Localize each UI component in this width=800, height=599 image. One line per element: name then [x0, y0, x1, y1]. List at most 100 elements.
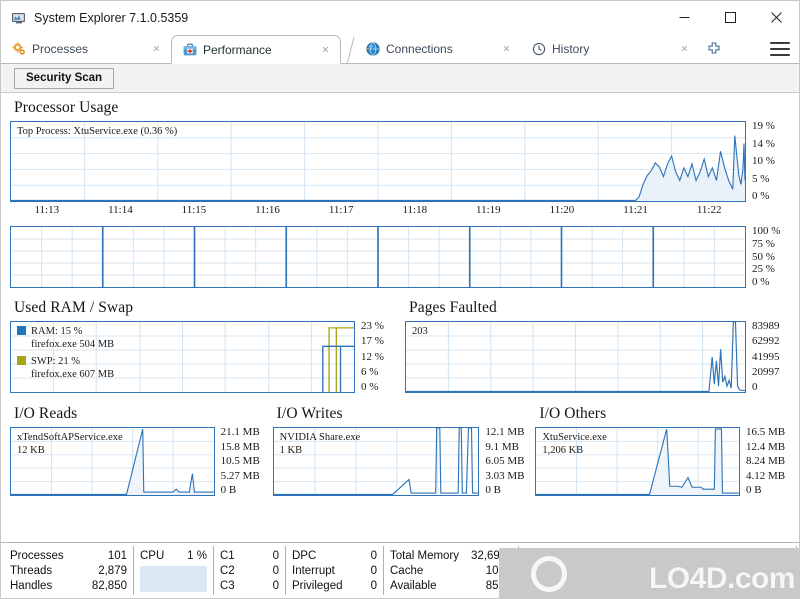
processor-usage-x-axis: 11:13 11:14 11:15 11:16 11:17 11:18 11:1… — [10, 202, 746, 216]
y-tick: 50 % — [752, 250, 775, 263]
ram-swap-title: Used RAM / Swap — [14, 299, 134, 316]
status-value: 1 % — [187, 550, 207, 562]
status-value: 0 — [370, 565, 377, 577]
status-key: C2 — [220, 565, 235, 577]
x-tick: 11:15 — [181, 204, 207, 216]
status-value: 0 — [272, 580, 279, 592]
io-others-plot[interactable]: XtuService.exe 1,206 KB — [535, 427, 741, 496]
pages-faulted-plot[interactable]: 203 — [405, 321, 746, 393]
tab-connections[interactable]: Connections × — [355, 34, 521, 63]
status-value: 2,879 — [98, 565, 127, 577]
status-row: Handles 82,850 — [10, 579, 127, 594]
y-tick: 14 % — [752, 137, 775, 150]
status-key: Privileged — [292, 580, 343, 592]
core-usage-y-axis: 100 % 75 % 50 % 25 % 0 % — [746, 226, 790, 288]
io-reads-value: 12 KB — [17, 445, 45, 457]
status-key: Cache — [390, 565, 424, 577]
ram-swap-section: Used RAM / Swap RAM: 15 % firefox.exe 50… — [10, 293, 395, 393]
status-row: Cache10 % — [390, 564, 512, 579]
status-key: C1 — [220, 550, 235, 562]
y-tick: 0 % — [752, 276, 770, 288]
y-tick: 41995 — [752, 350, 780, 363]
io-reads-title: I/O Reads — [14, 405, 78, 422]
security-scan-button[interactable]: Security Scan — [14, 67, 115, 89]
close-button[interactable] — [753, 1, 799, 34]
status-key: Available — [390, 580, 437, 592]
processor-usage-title: Processor Usage — [14, 99, 119, 116]
y-tick: 10.5 MB — [220, 455, 260, 467]
io-others-value: 1,206 KB — [542, 445, 584, 457]
y-tick: 5.27 MB — [220, 469, 260, 482]
processor-usage-chart: Top Process: XtuService.exe (0.36 %) 11:… — [10, 121, 790, 216]
pages-faulted-section: Pages Faulted 203 83989 62992 41995 2099… — [405, 293, 790, 393]
status-row: Processes 101 — [10, 549, 127, 564]
status-key: CPU — [140, 550, 165, 562]
status-key: Handles — [10, 580, 53, 592]
y-tick: 83989 — [752, 320, 780, 332]
first-aid-kit-icon — [183, 43, 197, 57]
tab-performance[interactable]: Performance × — [171, 35, 341, 64]
status-value: 0 — [370, 550, 377, 562]
io-others-y-axis: 16.5 MB 12.4 MB 8.24 MB 4.12 MB 0 B — [740, 427, 790, 496]
menu-icon[interactable] — [770, 40, 790, 58]
tab-bar: Processes × Performance × Connections × … — [1, 34, 799, 64]
ram-legend-row: RAM: 15 % — [17, 325, 114, 338]
io-writes-plot[interactable]: NVIDIA Share.exe 1 KB — [272, 427, 480, 496]
ram-swap-legend: RAM: 15 % firefox.exe 504 MB SWP: 21 % f… — [17, 325, 114, 382]
tab-close-icon[interactable]: × — [500, 42, 513, 55]
y-tick: 12.1 MB — [485, 426, 525, 438]
globe-icon — [366, 41, 380, 56]
io-writes-section: I/O Writes NVIDIA Share.exe 1 KB 12.1 MB… — [272, 399, 528, 496]
status-cell-cstates: C1 0 C2 0 C3 0 — [214, 546, 286, 595]
title-bar: System Explorer 7.1.0.5359 — [1, 1, 799, 34]
ram-swap-y-axis: 23 % 17 % 12 % 6 % 0 % — [355, 321, 395, 393]
maximize-button[interactable] — [707, 1, 753, 34]
x-tick: 11:16 — [255, 204, 280, 216]
x-tick: 11:17 — [328, 204, 354, 216]
system-explorer-window: System Explorer 7.1.0.5359 Processes × P… — [0, 0, 800, 599]
swap-label: SWP: 21 % — [31, 355, 81, 367]
tab-close-icon[interactable]: × — [678, 42, 691, 55]
pages-faulted-y-axis: 83989 62992 41995 20997 0 — [746, 321, 790, 393]
y-tick: 19 % — [752, 120, 775, 132]
status-row: C3 0 — [220, 579, 279, 594]
y-tick: 75 % — [752, 237, 775, 250]
ram-swap-plot[interactable]: RAM: 15 % firefox.exe 504 MB SWP: 21 % f… — [10, 321, 355, 393]
app-monitor-icon — [11, 10, 27, 26]
processor-usage-overlay: Top Process: XtuService.exe (0.36 %) — [17, 126, 178, 137]
tab-processes[interactable]: Processes × — [1, 34, 171, 63]
y-tick: 12 % — [361, 350, 384, 363]
status-row: Privileged 0 — [292, 579, 377, 594]
tab-label: History — [552, 41, 590, 56]
processor-usage-y-axis: 19 % 14 % 10 % 5 % 0 % — [746, 121, 790, 202]
io-reads-plot[interactable]: xTendSoftAPService.exe 12 KB — [10, 427, 215, 496]
processor-usage-plot[interactable]: Top Process: XtuService.exe (0.36 %) — [10, 121, 746, 202]
status-key: Threads — [10, 565, 53, 577]
core-usage-plot[interactable] — [10, 226, 746, 288]
tab-divider — [341, 34, 355, 63]
tab-close-icon[interactable]: × — [150, 42, 163, 55]
status-row: CPU 1 % — [140, 549, 207, 564]
window-controls — [661, 1, 799, 34]
tab-label: Processes — [32, 41, 89, 56]
minimize-button[interactable] — [661, 1, 707, 34]
io-others-overlay: XtuService.exe 1,206 KB — [542, 431, 606, 458]
io-writes-y-axis: 12.1 MB 9.1 MB 6.05 MB 3.03 MB 0 B — [479, 427, 527, 496]
y-tick: 25 % — [752, 263, 775, 276]
y-tick: 0 B — [220, 484, 237, 496]
y-tick: 0 % — [752, 190, 770, 202]
status-row: Total Memory32,691 MB — [390, 549, 527, 564]
tab-label: Performance — [203, 42, 272, 57]
y-tick: 15.8 MB — [220, 440, 260, 453]
tab-label: Connections — [386, 41, 453, 56]
status-key: Total Memory — [390, 550, 460, 562]
performance-panel: Processor Usage Top Process: XtuService.… — [1, 93, 799, 542]
y-tick: 5 % — [752, 172, 770, 185]
clock-icon — [532, 42, 546, 56]
new-tab-button[interactable] — [699, 34, 729, 63]
tab-close-icon[interactable]: × — [319, 43, 332, 56]
tab-history[interactable]: History × — [521, 34, 699, 63]
status-row: DPC 0 — [292, 549, 377, 564]
x-tick: 11:22 — [696, 204, 722, 216]
status-key: Interrupt — [292, 565, 335, 577]
